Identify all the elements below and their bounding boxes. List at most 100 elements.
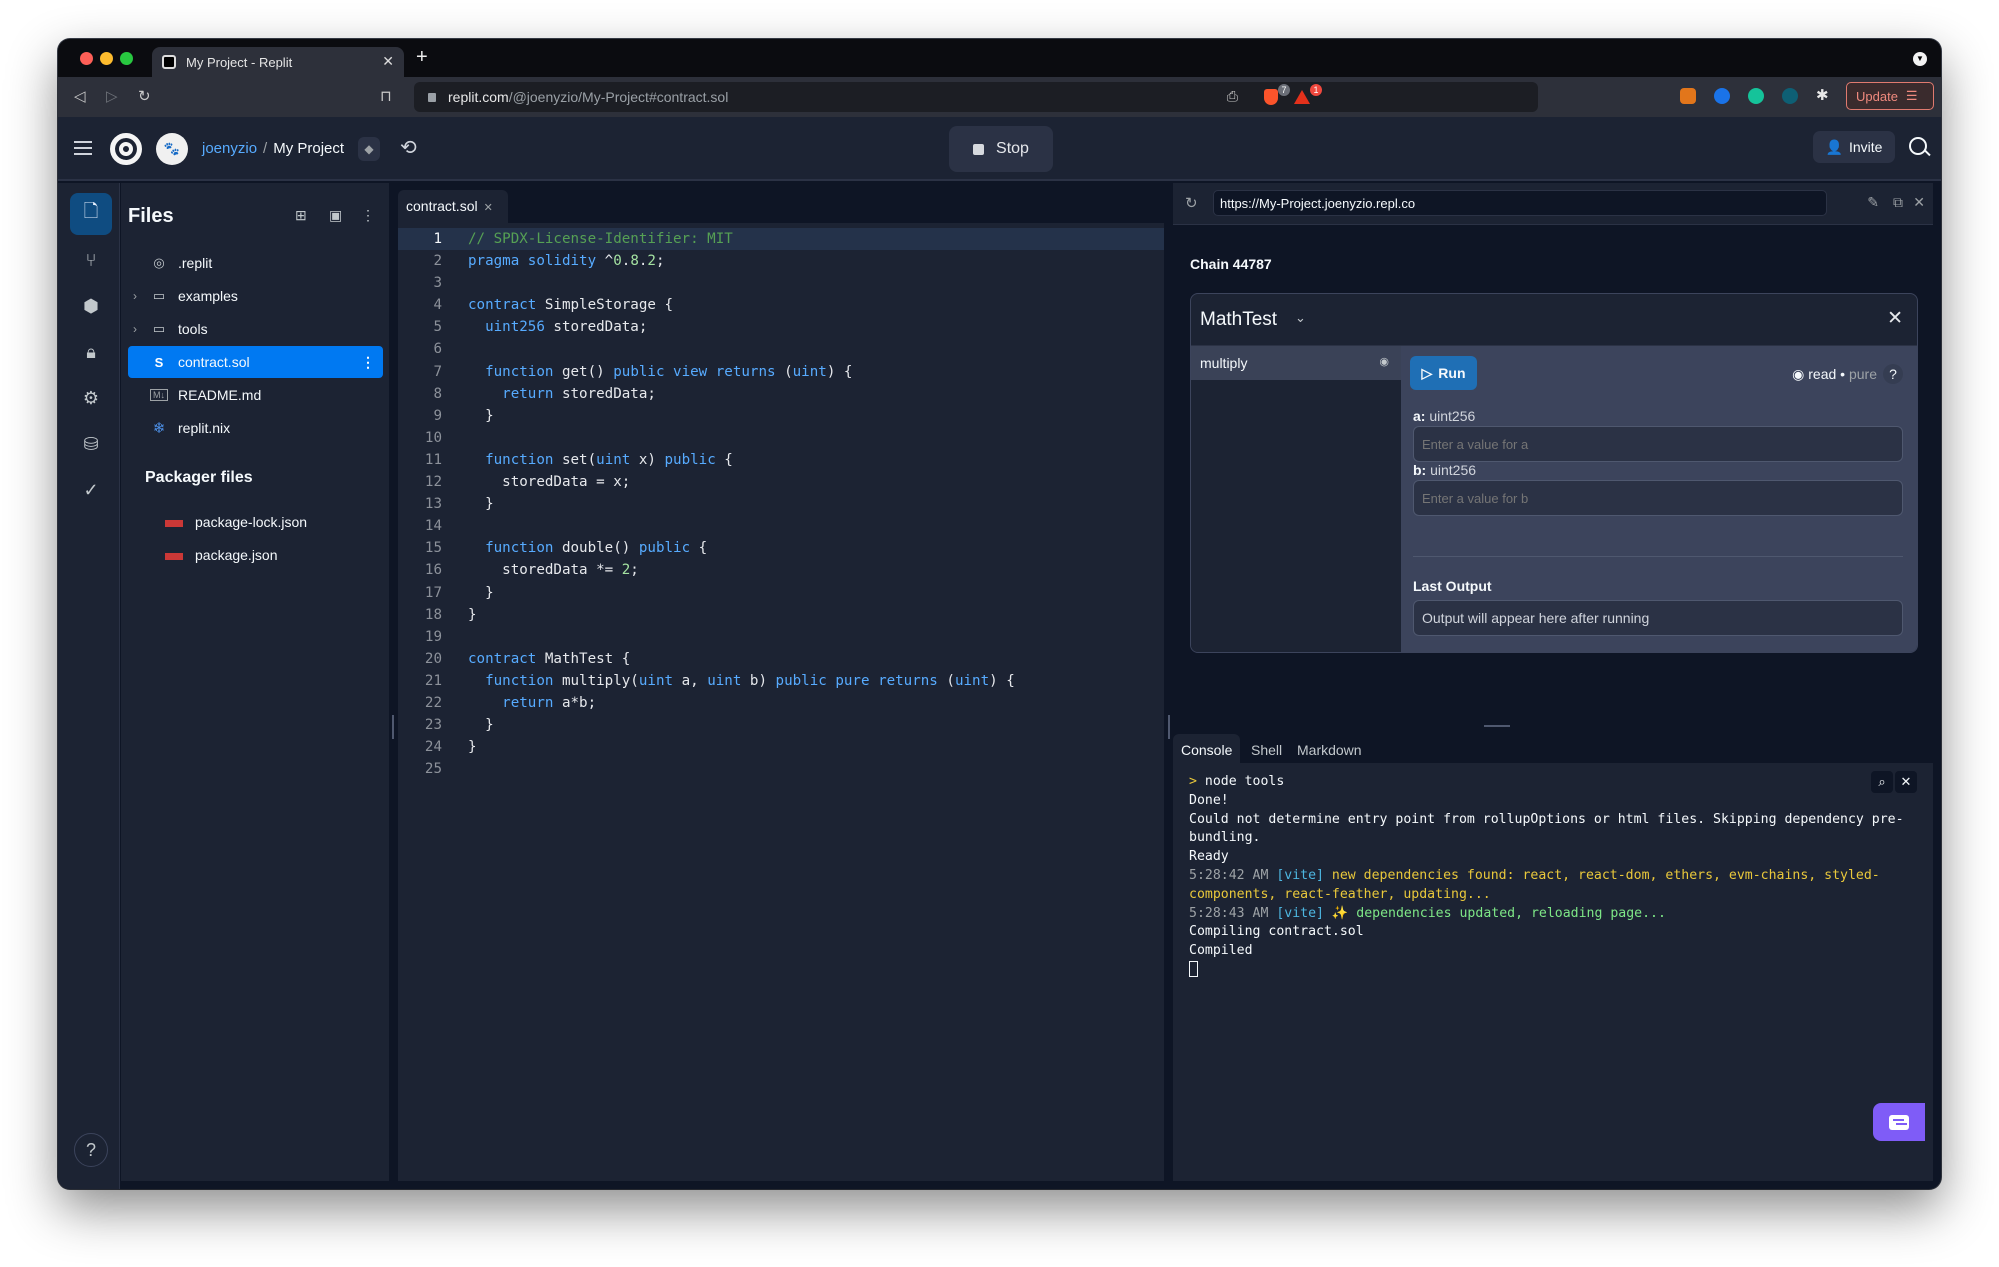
folder-item[interactable]: › ▭ tools: [128, 313, 383, 345]
forward-icon[interactable]: ▷: [106, 87, 118, 105]
browser-tab[interactable]: My Project - Replit ✕: [152, 47, 404, 77]
code-line[interactable]: 7 function get() public view returns (ui…: [398, 361, 1164, 383]
version-control-icon[interactable]: ⑂: [70, 239, 112, 281]
ethereum-icon[interactable]: ◆: [358, 137, 380, 161]
more-options-icon[interactable]: ⋮: [361, 207, 375, 224]
file-item[interactable]: ❄ replit.nix: [128, 412, 383, 444]
code-line[interactable]: 16 storedData *= 2;: [398, 559, 1164, 581]
code-line[interactable]: 18}: [398, 604, 1164, 626]
settings-gear-icon[interactable]: ⚙: [70, 377, 112, 419]
edit-pencil-icon[interactable]: ✎: [1867, 194, 1879, 211]
reload-icon[interactable]: ↻: [138, 87, 151, 105]
maximize-window-button[interactable]: [120, 52, 133, 65]
code-line[interactable]: 1 // SPDX-License-Identifier: MIT: [398, 228, 1164, 251]
code-line[interactable]: 19: [398, 626, 1164, 648]
packages-icon[interactable]: ⬢: [70, 285, 112, 327]
new-folder-icon[interactable]: ▣: [329, 207, 342, 224]
secrets-lock-icon[interactable]: 🔒︎: [70, 331, 112, 373]
run-button[interactable]: ▷ Run: [1410, 356, 1477, 390]
code-line[interactable]: 9 }: [398, 405, 1164, 427]
code-line[interactable]: 24}: [398, 736, 1164, 758]
close-icon[interactable]: ✕: [1887, 307, 1903, 330]
database-icon[interactable]: ⛁: [70, 423, 112, 465]
file-item[interactable]: M↓ README.md: [128, 379, 383, 411]
code-line[interactable]: 6: [398, 338, 1164, 360]
files-resize-handle[interactable]: [392, 715, 394, 739]
chat-button[interactable]: [1873, 1103, 1925, 1141]
code-line[interactable]: 23 }: [398, 714, 1164, 736]
code-line[interactable]: 10: [398, 427, 1164, 449]
param-b-input[interactable]: [1413, 480, 1903, 516]
close-window-button[interactable]: [80, 52, 93, 65]
code-line[interactable]: 8 return storedData;: [398, 383, 1164, 405]
breadcrumb-user[interactable]: joenyzio: [202, 140, 257, 157]
update-button[interactable]: Update ☰: [1846, 82, 1934, 110]
files-icon[interactable]: 🗋: [70, 193, 112, 235]
new-tab-button[interactable]: +: [416, 46, 428, 69]
minimize-window-button[interactable]: [100, 52, 113, 65]
metamask-extension-icon[interactable]: [1680, 88, 1696, 104]
code-line[interactable]: 22 return a*b;: [398, 692, 1164, 714]
code-line[interactable]: 17 }: [398, 582, 1164, 604]
invite-button[interactable]: 👤 Invite: [1813, 131, 1895, 163]
install-app-icon[interactable]: ⎙: [1227, 88, 1238, 105]
chevron-right-icon[interactable]: ›: [133, 289, 137, 303]
breadcrumb-project[interactable]: My Project: [273, 140, 344, 157]
code-line[interactable]: 12 storedData = x;: [398, 471, 1164, 493]
tag-extension-icon[interactable]: [1714, 88, 1730, 104]
close-icon[interactable]: ✕: [1913, 194, 1925, 211]
file-item[interactable]: ◎ .replit: [128, 247, 383, 279]
console-output[interactable]: > node tools Done! Could not determine en…: [1189, 773, 1921, 980]
close-tab-icon[interactable]: ✕: [484, 202, 493, 214]
extension-icon[interactable]: [1782, 88, 1798, 104]
code-lines[interactable]: 1 // SPDX-License-Identifier: MIT 2 pragma …: [398, 228, 1164, 780]
grammarly-extension-icon[interactable]: [1748, 88, 1764, 104]
editor-resize-handle[interactable]: [1168, 715, 1170, 739]
back-icon[interactable]: ◁: [74, 87, 86, 105]
code-line[interactable]: 15 function double() public {: [398, 537, 1164, 559]
code-line[interactable]: 14: [398, 515, 1164, 537]
editor-tab[interactable]: contract.sol ✕: [398, 190, 508, 223]
help-icon[interactable]: ?: [1883, 364, 1903, 384]
code-line[interactable]: 21 function multiply(uint a, uint b) pub…: [398, 670, 1164, 692]
contract-name[interactable]: MathTest: [1200, 309, 1277, 331]
code-line[interactable]: 3: [398, 272, 1164, 294]
checkmark-icon[interactable]: ✓: [70, 469, 112, 511]
close-tab-icon[interactable]: ✕: [382, 53, 394, 70]
chevron-right-icon[interactable]: ›: [133, 322, 137, 336]
tab-shell[interactable]: Shell: [1243, 734, 1290, 763]
packager-file-item[interactable]: package.json: [128, 539, 383, 571]
tab-console[interactable]: Console: [1173, 734, 1241, 763]
file-options-icon[interactable]: ⋮: [361, 354, 375, 371]
code-line[interactable]: 20 contract MathTest {: [398, 648, 1164, 670]
bookmark-icon[interactable]: ⊓: [380, 87, 392, 105]
history-icon[interactable]: ⟲: [400, 135, 417, 160]
replit-logo[interactable]: [110, 133, 142, 165]
brave-shield-icon[interactable]: [1264, 89, 1278, 105]
chevron-down-icon[interactable]: ⌄: [1295, 310, 1306, 326]
stop-button[interactable]: Stop: [949, 126, 1053, 172]
function-item[interactable]: multiply ◉: [1191, 346, 1401, 380]
code-line[interactable]: 25: [398, 758, 1164, 780]
webview-url-input[interactable]: https://My-Project.joenyzio.repl.co: [1213, 190, 1827, 216]
hamburger-menu-icon[interactable]: [74, 141, 92, 155]
packager-file-item[interactable]: package-lock.json: [128, 506, 383, 538]
avatar[interactable]: 🐾: [156, 133, 188, 165]
code-line[interactable]: 4 contract SimpleStorage {: [398, 294, 1164, 316]
new-file-icon[interactable]: ⊞: [295, 207, 307, 224]
brave-rewards-icon[interactable]: [1294, 90, 1310, 104]
address-bar[interactable]: replit.com /@joenyzio/My-Project#contrac…: [414, 82, 1538, 112]
extensions-puzzle-icon[interactable]: ✱: [1816, 86, 1832, 104]
code-editor[interactable]: contract.sol ✕ 1 // SPDX-License-Identifie…: [398, 183, 1164, 1181]
open-external-icon[interactable]: ⧉: [1893, 194, 1903, 211]
file-item-selected[interactable]: S contract.sol ⋮: [128, 346, 383, 378]
code-line[interactable]: 2 pragma solidity ^0.8.2;: [398, 250, 1164, 272]
folder-item[interactable]: › ▭ examples: [128, 280, 383, 312]
tab-search-icon[interactable]: ▼: [1913, 52, 1927, 66]
tab-markdown[interactable]: Markdown: [1289, 734, 1370, 763]
reload-icon[interactable]: ↻: [1185, 194, 1198, 212]
help-icon[interactable]: ?: [74, 1133, 108, 1167]
code-line[interactable]: 13 }: [398, 493, 1164, 515]
code-line[interactable]: 5 uint256 storedData;: [398, 316, 1164, 338]
param-a-input[interactable]: [1413, 426, 1903, 462]
